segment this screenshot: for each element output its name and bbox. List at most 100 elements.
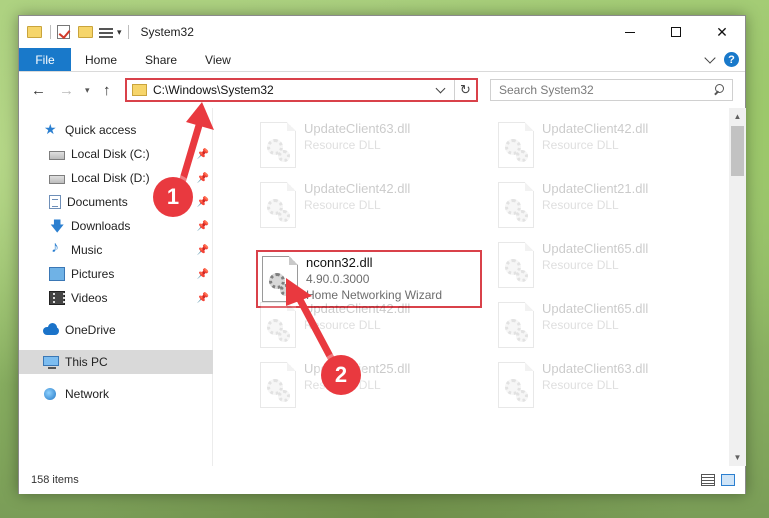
pin-icon[interactable]: 📌 bbox=[197, 221, 209, 232]
file-description: Resource DLL bbox=[542, 318, 619, 332]
file-description: Resource DLL bbox=[542, 258, 619, 272]
navigation-pane: Quick access Local Disk (C:) 📌 Local Dis… bbox=[19, 108, 213, 466]
dll-file-icon bbox=[260, 182, 296, 228]
step-1-callout: 1 bbox=[153, 177, 193, 217]
item-count: 158 items bbox=[31, 474, 79, 486]
sidebar-item-this-pc[interactable]: This PC bbox=[19, 350, 213, 374]
view-list-icon[interactable] bbox=[99, 26, 113, 39]
up-arrow-icon[interactable]: ↑ bbox=[103, 82, 111, 99]
sidebar-item-local-disk-c[interactable]: Local Disk (C:) 📌 bbox=[19, 142, 213, 166]
sidebar-item-label: Downloads bbox=[71, 219, 131, 233]
title-bar: ▾ System32 ✕ bbox=[19, 16, 745, 48]
drive-icon bbox=[49, 150, 65, 160]
file-tile[interactable]: UpdateClient63.dll Resource DLL bbox=[494, 358, 722, 418]
sidebar-item-label: Documents bbox=[67, 195, 128, 209]
maximize-icon bbox=[671, 27, 681, 37]
file-name: UpdateClient42.dll bbox=[304, 181, 411, 196]
sidebar-item-label: Pictures bbox=[71, 267, 115, 281]
navigation-bar: ← → ▾ ↑ C:\Windows\System32 ↻ bbox=[19, 72, 745, 108]
sidebar-item-label: Network bbox=[65, 387, 110, 401]
file-name: UpdateClient65.dll bbox=[542, 301, 649, 316]
file-tile[interactable]: UpdateClient63.dll Resource DLL bbox=[256, 118, 484, 178]
file-tile[interactable]: UpdateClient25.dllResource DLL bbox=[256, 358, 484, 418]
pin-icon[interactable]: 📌 bbox=[197, 149, 209, 160]
file-tile[interactable]: UpdateClient21.dll Resource DLL bbox=[494, 178, 722, 238]
quick-access-toolbar: ▾ bbox=[19, 16, 135, 48]
dll-file-icon bbox=[260, 122, 296, 168]
folder-icon bbox=[132, 84, 147, 96]
scroll-up-icon[interactable]: ▲ bbox=[729, 108, 746, 125]
sidebar-item-music[interactable]: Music 📌 bbox=[19, 238, 213, 262]
forward-arrow-icon[interactable]: → bbox=[59, 82, 74, 99]
toolbar-divider bbox=[127, 25, 129, 39]
recent-locations-icon[interactable]: ▾ bbox=[85, 85, 90, 96]
pin-icon[interactable]: 📌 bbox=[197, 293, 209, 304]
file-tile[interactable]: UpdateClient42.dll Resource DLL bbox=[494, 118, 722, 178]
window-title: System32 bbox=[140, 25, 194, 39]
new-folder-icon[interactable] bbox=[78, 26, 93, 38]
file-tile[interactable]: UpdateClient42.dll Resource DLL bbox=[256, 298, 484, 358]
sidebar-item-downloads[interactable]: Downloads 📌 bbox=[19, 214, 213, 240]
drive-icon bbox=[49, 174, 65, 184]
scrollbar-thumb[interactable] bbox=[731, 126, 744, 176]
file-description: Resource DLL bbox=[542, 198, 619, 212]
minimize-button[interactable] bbox=[607, 16, 653, 48]
pin-icon[interactable]: 📌 bbox=[197, 197, 209, 208]
close-button[interactable]: ✕ bbox=[699, 16, 745, 48]
tab-file[interactable]: File bbox=[19, 48, 71, 71]
back-arrow-icon[interactable]: ← bbox=[31, 82, 46, 99]
dll-file-icon bbox=[498, 302, 534, 348]
file-list: UpdateClient63.dll Resource DLL UpdateCli… bbox=[214, 108, 729, 466]
computer-icon bbox=[43, 356, 59, 369]
pin-icon[interactable]: 📌 bbox=[197, 269, 209, 280]
address-path[interactable]: C:\Windows\System32 bbox=[153, 83, 437, 97]
folder-icon bbox=[27, 26, 42, 38]
sidebar-item-network[interactable]: Network bbox=[19, 382, 213, 406]
pictures-icon bbox=[49, 267, 65, 281]
scroll-down-icon[interactable]: ▼ bbox=[729, 449, 746, 466]
maximize-button[interactable] bbox=[653, 16, 699, 48]
search-box[interactable] bbox=[490, 79, 733, 101]
help-icon[interactable]: ? bbox=[724, 52, 739, 67]
search-input[interactable] bbox=[499, 83, 710, 97]
sidebar-item-quick-access[interactable]: Quick access bbox=[19, 118, 213, 142]
downloads-icon bbox=[49, 216, 65, 240]
tab-view[interactable]: View bbox=[191, 48, 245, 71]
dll-file-icon bbox=[498, 242, 534, 288]
refresh-icon[interactable]: ↻ bbox=[454, 80, 476, 100]
file-name: UpdateClient63.dll bbox=[304, 121, 411, 136]
file-name: UpdateClient21.dll bbox=[542, 181, 649, 196]
sidebar-item-videos[interactable]: Videos 📌 bbox=[19, 286, 213, 310]
sidebar-item-onedrive[interactable]: OneDrive bbox=[19, 318, 213, 342]
pin-icon[interactable]: 📌 bbox=[197, 173, 209, 184]
tab-share[interactable]: Share bbox=[131, 48, 191, 71]
dll-file-icon bbox=[260, 362, 296, 408]
view-buttons bbox=[701, 474, 745, 486]
file-description: Resource DLL bbox=[542, 138, 619, 152]
music-icon bbox=[49, 239, 65, 257]
properties-check-icon[interactable] bbox=[57, 25, 70, 39]
explorer-window: ▾ System32 ✕ File Home Share View ? ← → … bbox=[18, 15, 746, 494]
sidebar-item-pictures[interactable]: Pictures 📌 bbox=[19, 262, 213, 286]
vertical-scrollbar[interactable]: ▲ ▼ bbox=[729, 108, 746, 466]
tiles-view-icon[interactable] bbox=[721, 474, 735, 486]
minimize-icon bbox=[625, 31, 635, 33]
pin-icon[interactable]: 📌 bbox=[197, 245, 209, 256]
file-description: Resource DLL bbox=[542, 378, 619, 392]
step-2-callout: 2 bbox=[321, 355, 361, 395]
file-tile[interactable]: UpdateClient65.dll Resource DLL bbox=[494, 298, 722, 358]
sidebar-item-label: Quick access bbox=[65, 123, 137, 137]
address-dropdown-chevron-icon[interactable] bbox=[435, 83, 446, 93]
address-bar[interactable]: C:\Windows\System32 ↻ bbox=[125, 78, 478, 102]
ribbon-right: ? bbox=[704, 48, 745, 71]
file-tile[interactable]: UpdateClient42.dll Resource DLL bbox=[256, 178, 484, 238]
expand-ribbon-chevron-icon[interactable] bbox=[704, 51, 716, 64]
documents-icon bbox=[49, 195, 61, 209]
close-icon: ✕ bbox=[716, 23, 728, 40]
customize-toolbar-icon[interactable]: ▾ bbox=[117, 27, 122, 38]
file-description: Resource DLL bbox=[304, 198, 381, 212]
tab-home[interactable]: Home bbox=[71, 48, 131, 71]
search-icon[interactable] bbox=[710, 80, 732, 100]
file-tile[interactable]: UpdateClient65.dll Resource DLL bbox=[494, 238, 722, 298]
details-view-icon[interactable] bbox=[701, 474, 715, 486]
